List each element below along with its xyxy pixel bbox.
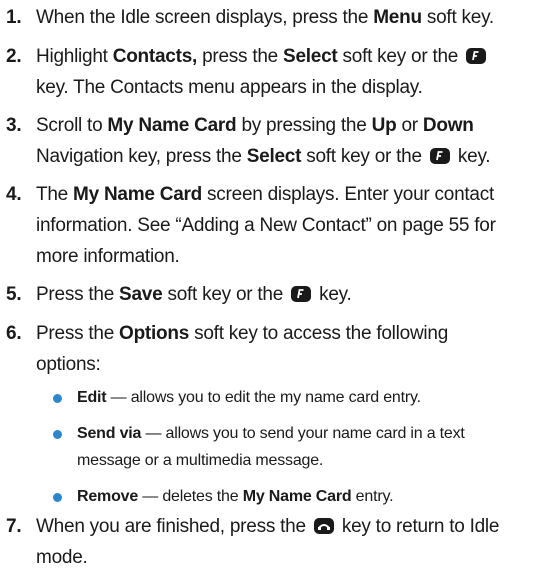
bullet-icon: [53, 394, 62, 403]
ok-key-icon: [465, 47, 487, 65]
step-text: or: [396, 115, 423, 136]
step-text: options:: [36, 354, 101, 375]
step-text: The: [36, 184, 74, 205]
option-label: Edit: [77, 389, 107, 406]
step-number: 6.: [6, 323, 22, 344]
option-send-via: Send via — allows you to send your name …: [0, 420, 530, 474]
step-text: key to return to Idle: [336, 516, 500, 537]
step-5: 5. Press the Save soft key or the key.: [0, 279, 530, 310]
step-6: 6. Press the Options soft key to access …: [0, 318, 530, 380]
step-text: key. The Contacts menu appears in the di…: [36, 77, 423, 98]
options-key-name: Options: [119, 323, 190, 344]
step-text: soft key or the: [162, 284, 289, 305]
contacts-label: Contacts,: [112, 46, 198, 67]
ok-key-icon: [429, 147, 451, 165]
step-text: Press the: [36, 323, 120, 344]
step-text: soft key or the: [301, 146, 427, 167]
step-text: When you are finished, press the: [36, 516, 311, 537]
step-text: press the: [197, 46, 284, 67]
step-number: 3.: [6, 115, 22, 136]
step-text: mode.: [36, 547, 88, 568]
my-name-card-label: My Name Card: [73, 184, 203, 205]
end-key-icon: [313, 517, 335, 535]
step-4: 4. The My Name Card screen displays. Ent…: [0, 179, 530, 272]
step-number: 4.: [6, 184, 22, 205]
step-text: key.: [314, 284, 352, 305]
step-number: 1.: [6, 7, 22, 28]
select-key-name: Select: [283, 46, 338, 67]
step-text: soft key to access the following: [189, 323, 449, 344]
step-7: 7. When you are finished, press the key …: [0, 511, 530, 573]
bullet-icon: [53, 493, 62, 502]
step-2: 2. Highlight Contacts, press the Select …: [0, 41, 530, 103]
option-label: Send via: [77, 425, 142, 442]
step-number: 5.: [6, 284, 22, 305]
step-text: soft key.: [421, 7, 494, 28]
step-text: Navigation key, press the: [36, 146, 247, 167]
my-name-card-label: My Name Card: [242, 488, 352, 505]
option-text: — allows you to edit the my name card en…: [106, 389, 421, 406]
step-text: more information.: [36, 246, 180, 267]
select-key-name: Select: [246, 146, 302, 167]
option-edit: Edit — allows you to edit the my name ca…: [0, 384, 530, 411]
my-name-card-label: My Name Card: [107, 115, 237, 136]
option-text: entry.: [351, 488, 394, 505]
step-text: key.: [452, 146, 491, 167]
option-text: message or a multimedia message.: [77, 452, 324, 469]
step-text: Press the: [36, 284, 120, 305]
menu-key-name: Menu: [373, 7, 422, 28]
step-text: by pressing the: [236, 115, 372, 136]
step-text: Highlight: [36, 46, 113, 67]
step-text: information. See “Adding a New Contact” …: [36, 215, 496, 236]
down-key-name: Down: [422, 115, 474, 136]
step-number: 7.: [6, 516, 22, 537]
step-text: screen displays. Enter your contact: [202, 184, 495, 205]
step-1: 1. When the Idle screen displays, press …: [0, 2, 530, 33]
option-remove: Remove — deletes the My Name Card entry.: [0, 483, 530, 510]
step-text: Scroll to: [36, 115, 108, 136]
up-key-name: Up: [371, 115, 397, 136]
bullet-icon: [53, 430, 62, 439]
option-text: — deletes the: [138, 488, 243, 505]
save-key-name: Save: [119, 284, 163, 305]
option-text: — allows you to send your name card in a…: [141, 425, 465, 442]
step-3: 3. Scroll to My Name Card by pressing th…: [0, 110, 530, 172]
option-label: Remove: [77, 488, 139, 505]
step-number: 2.: [6, 46, 22, 67]
step-text: When the Idle screen displays, press the: [36, 7, 374, 28]
instructions-page: 1. When the Idle screen displays, press …: [0, 0, 538, 568]
step-text: soft key or the: [337, 46, 464, 67]
ok-key-icon: [290, 285, 312, 303]
